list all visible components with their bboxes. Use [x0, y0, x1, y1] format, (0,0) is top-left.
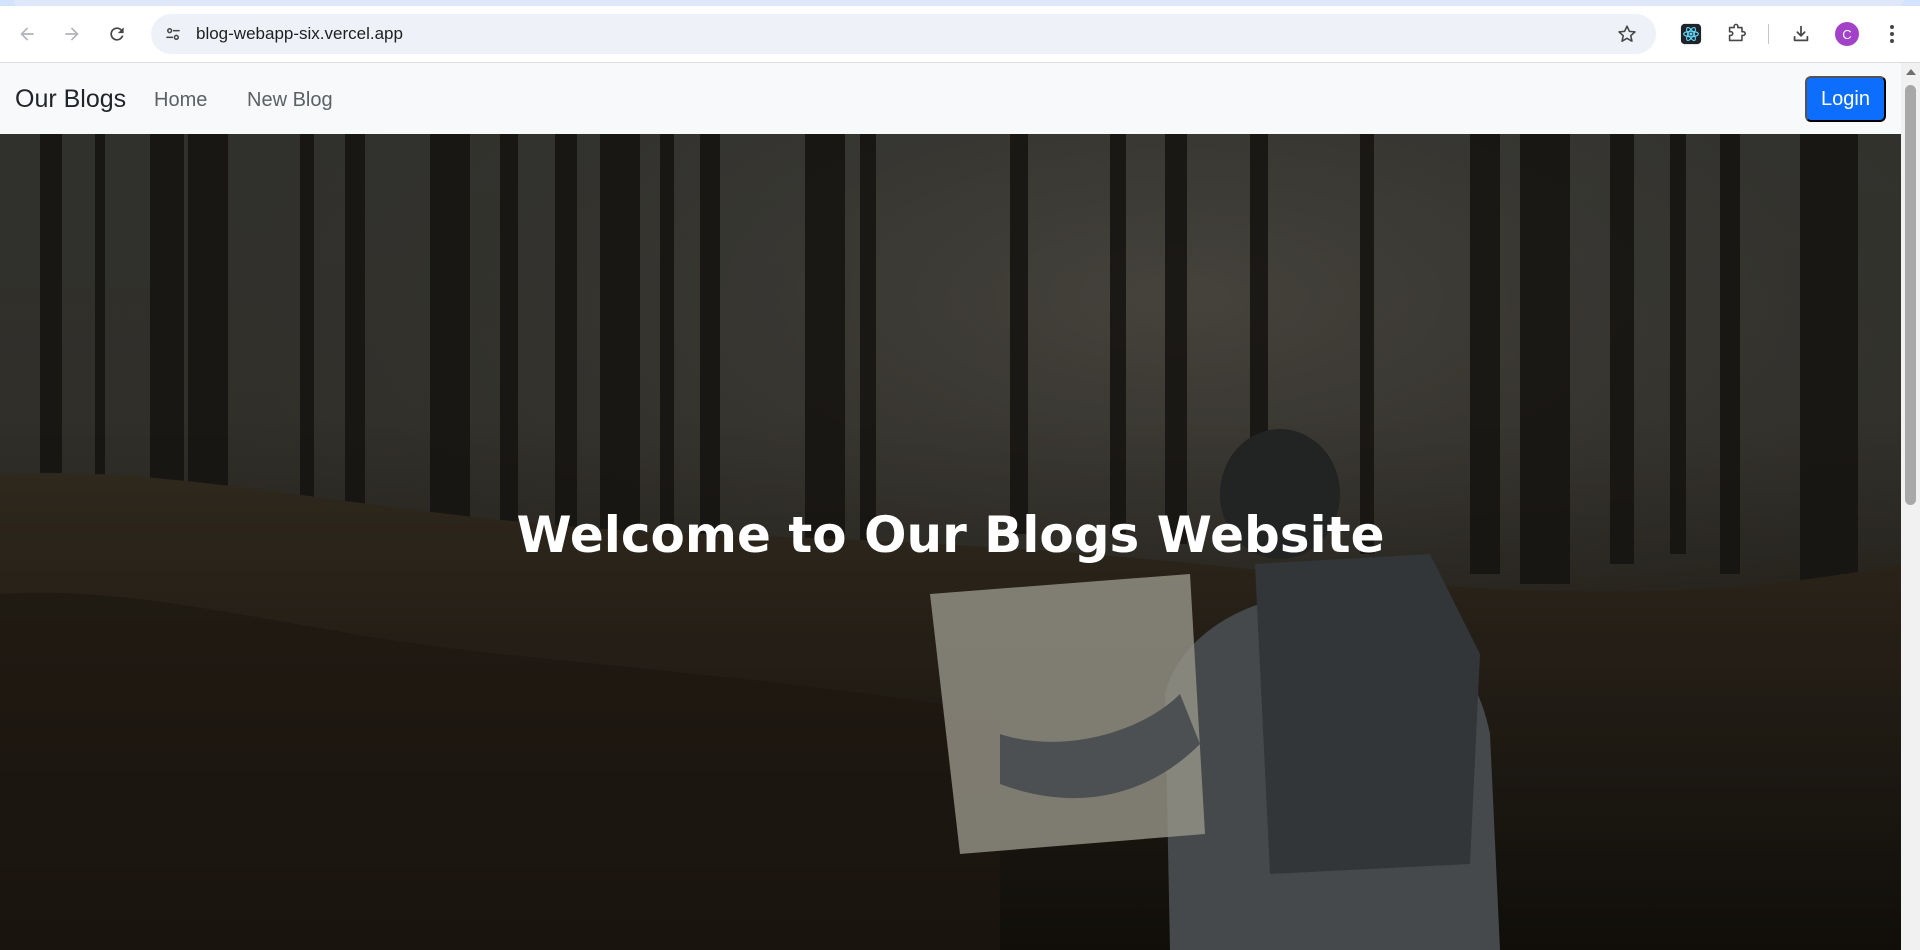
- reload-icon: [110, 27, 124, 41]
- toolbar-divider: [1768, 24, 1769, 44]
- tab-strip: [0, 0, 1920, 6]
- scroll-up-arrow-icon[interactable]: [1906, 69, 1916, 75]
- star-icon[interactable]: [1616, 23, 1638, 45]
- react-icon: [1680, 23, 1702, 45]
- url-text[interactable]: blog-webapp-six.vercel.app: [196, 24, 403, 44]
- reload-button[interactable]: [101, 18, 133, 50]
- scrollbar-thumb[interactable]: [1905, 85, 1916, 505]
- browser-toolbar: blog-webapp-six.vercel.app C: [0, 0, 1920, 63]
- extensions-button[interactable]: [1722, 20, 1750, 48]
- login-button[interactable]: Login: [1805, 76, 1886, 122]
- page-viewport: Our Blogs Home New Blog Login Welcome to…: [0, 63, 1920, 950]
- nav-link-home[interactable]: Home: [154, 89, 207, 112]
- download-icon: [1793, 25, 1809, 42]
- page-scrollbar[interactable]: [1901, 63, 1920, 950]
- puzzle-icon: [1728, 23, 1746, 42]
- profile-avatar[interactable]: C: [1835, 22, 1859, 46]
- back-button[interactable]: [11, 18, 43, 50]
- hero-title: Welcome to Our Blogs Website: [516, 506, 1385, 564]
- navbar-brand[interactable]: Our Blogs: [15, 85, 126, 114]
- arrow-right-icon: [65, 27, 79, 41]
- active-tab-edge: [14, 0, 1904, 6]
- tune-icon: [166, 27, 180, 40]
- site-navbar: Our Blogs Home New Blog Login: [0, 63, 1901, 134]
- arrow-left-icon: [20, 27, 34, 41]
- kebab-menu-icon[interactable]: [1880, 22, 1904, 46]
- nav-link-new-blog[interactable]: New Blog: [247, 89, 333, 112]
- profile-initial: C: [1842, 26, 1852, 42]
- site-info-button[interactable]: [159, 20, 187, 48]
- downloads-button[interactable]: [1787, 20, 1815, 48]
- forward-button[interactable]: [56, 18, 88, 50]
- address-bar[interactable]: blog-webapp-six.vercel.app: [151, 14, 1656, 54]
- hero-banner: Welcome to Our Blogs Website: [0, 134, 1901, 950]
- react-devtools-extension[interactable]: [1677, 20, 1705, 48]
